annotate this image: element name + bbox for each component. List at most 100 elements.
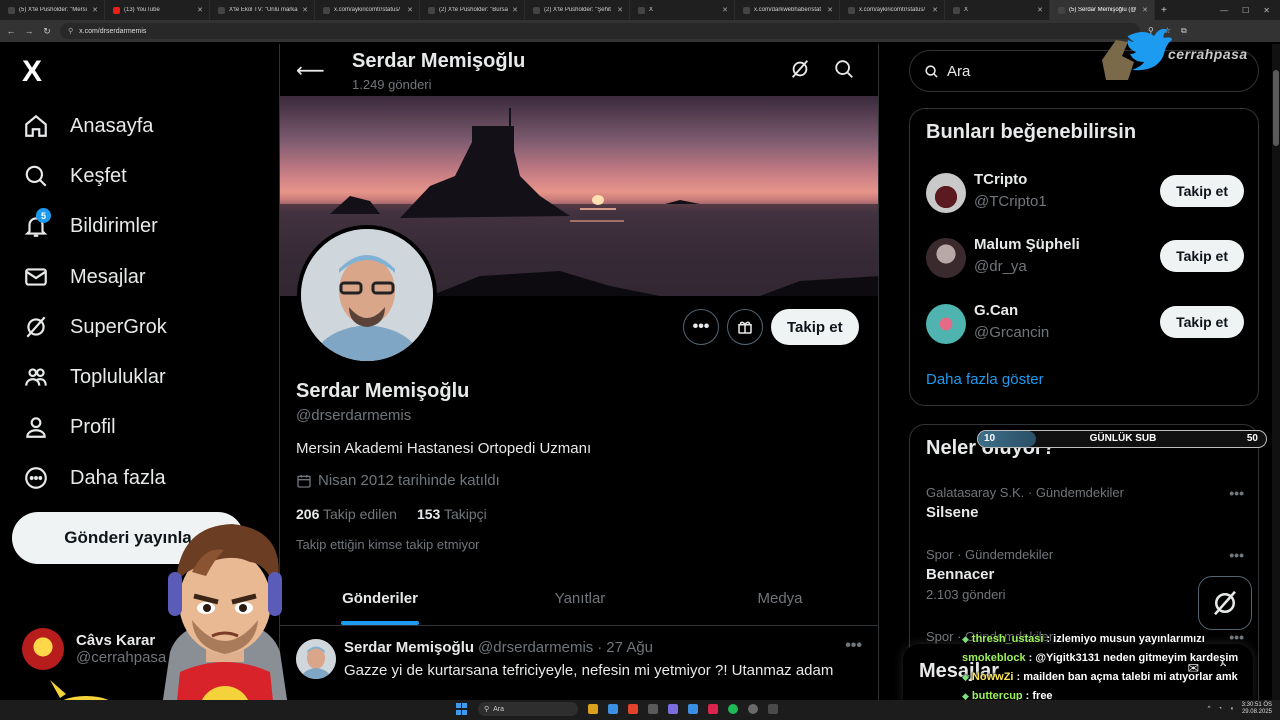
close-tab-icon[interactable]: ✕: [407, 6, 413, 14]
tweet-more-button[interactable]: •••: [845, 637, 862, 655]
taskbar-clock[interactable]: 3:30:51 ÖS 29.08.2025: [1242, 702, 1272, 716]
discord-icon[interactable]: [668, 704, 678, 714]
suggestion-item[interactable]: G.Can @Grcancin Takip et: [926, 302, 1244, 346]
spotify-icon[interactable]: [728, 704, 738, 714]
app-icon[interactable]: [708, 704, 718, 714]
nav-item-notifications[interactable]: 5 Bildirimler: [22, 206, 158, 246]
browser-tab[interactable]: X ✕: [945, 0, 1050, 20]
back-arrow-icon[interactable]: ←: [6, 26, 16, 36]
suggestion-name[interactable]: G.Can: [974, 302, 1018, 319]
close-tab-icon[interactable]: ✕: [722, 6, 728, 14]
edge-icon[interactable]: [608, 704, 618, 714]
new-tab-button[interactable]: +: [1155, 5, 1173, 16]
browser-tab[interactable]: x.com/aykiricomtr/status/ ✕: [315, 0, 420, 20]
close-tab-icon[interactable]: ✕: [1037, 6, 1043, 14]
tweet-date[interactable]: 27 Ağu: [606, 639, 653, 656]
obs-icon[interactable]: [748, 704, 758, 714]
minimize-icon[interactable]: —: [1220, 6, 1228, 15]
follow-button[interactable]: Takip et: [1160, 175, 1244, 207]
grok-floating-button[interactable]: [1198, 576, 1252, 630]
close-tab-icon[interactable]: ✕: [92, 6, 98, 14]
url-field[interactable]: ⚲ x.com/drserdarmemis: [60, 23, 1140, 39]
suggestion-avatar[interactable]: [926, 304, 966, 344]
browser-tab[interactable]: (5) Serdar Memişoğlu (@ ✕: [1050, 0, 1155, 20]
app-icon[interactable]: [648, 704, 658, 714]
close-tab-icon[interactable]: ✕: [512, 6, 518, 14]
site-info-icon[interactable]: ⚲: [68, 27, 73, 35]
profile-avatar[interactable]: [297, 225, 437, 365]
search-icon[interactable]: [833, 58, 855, 80]
browser-tab[interactable]: x.com/aykiricomtr/status/ ✕: [840, 0, 945, 20]
profile-stats: 206 Takip edilen 153 Takipçi: [296, 506, 487, 522]
subscribe-gift-button[interactable]: [727, 309, 763, 345]
tab-media[interactable]: Medya: [680, 572, 878, 625]
communities-icon: [22, 363, 50, 391]
tab-replies[interactable]: Yanıtlar: [480, 572, 680, 625]
maximize-icon[interactable]: ☐: [1242, 6, 1249, 15]
browser-tab[interactable]: (5) X'te Pusholder: "Mersi ✕: [0, 0, 105, 20]
tab-posts[interactable]: Gönderiler: [280, 572, 480, 625]
close-tab-icon[interactable]: ✕: [932, 6, 938, 14]
suggestion-name[interactable]: Malum Şüpheli: [974, 236, 1080, 253]
follow-button[interactable]: Takip et: [1160, 306, 1244, 338]
browser-tab[interactable]: (2) X'te Pusholder: "Bursa ✕: [420, 0, 525, 20]
nav-label: Daha fazla: [70, 466, 166, 489]
suggestion-item[interactable]: TCripto @TCripto1 Takip et: [926, 171, 1244, 215]
show-more-link[interactable]: Daha fazla göster: [926, 371, 1044, 388]
volume-icon[interactable]: ◖: [1230, 706, 1234, 712]
app-icon[interactable]: [768, 704, 778, 714]
following-link[interactable]: 206 Takip edilen: [296, 506, 397, 522]
tweet-author-handle[interactable]: @drserdarmemis: [478, 639, 593, 656]
close-window-icon[interactable]: ✕: [1263, 6, 1270, 15]
browser-tab[interactable]: x.com/darkwebhaber/stat ✕: [735, 0, 840, 20]
file-explorer-icon[interactable]: [588, 704, 598, 714]
start-menu-icon[interactable]: [456, 703, 468, 715]
back-arrow-icon[interactable]: ⟵: [296, 58, 325, 83]
taskbar-search[interactable]: ⚲ Ara: [478, 702, 578, 716]
close-tab-icon[interactable]: ✕: [617, 6, 623, 14]
grok-icon[interactable]: [789, 58, 811, 80]
trend-item[interactable]: Spor · Gündemdekiler Bennacer 2.103 gönd…: [926, 547, 1244, 602]
nav-item-profile[interactable]: Profil: [22, 407, 116, 447]
follow-button[interactable]: Takip et: [771, 309, 859, 345]
browser-tab[interactable]: X ✕: [630, 0, 735, 20]
app-icon[interactable]: [688, 704, 698, 714]
nav-item-explore[interactable]: Keşfet: [22, 156, 127, 196]
nav-item-messages[interactable]: Mesajlar: [22, 257, 146, 297]
suggestion-avatar[interactable]: [926, 238, 966, 278]
x-logo[interactable]: X: [22, 56, 54, 88]
close-tab-icon[interactable]: ✕: [827, 6, 833, 14]
browser-tab[interactable]: X'te Ekol TV: "Ünlü marka ✕: [210, 0, 315, 20]
calendar-icon: [297, 474, 311, 488]
nav-item-more[interactable]: Daha fazla: [22, 458, 166, 498]
clock-time: 3:30:51 ÖS: [1241, 702, 1272, 708]
suggestion-avatar[interactable]: [926, 173, 966, 213]
browser-tab[interactable]: (13) YouTube ✕: [105, 0, 210, 20]
chrome-icon[interactable]: [628, 704, 638, 714]
close-tab-icon[interactable]: ✕: [197, 6, 203, 14]
trend-item[interactable]: Galatasaray S.K. · Gündemdekiler Silsene…: [926, 485, 1244, 521]
trend-more-button[interactable]: •••: [1229, 547, 1244, 563]
suggestion-name[interactable]: TCripto: [974, 171, 1027, 188]
followers-link[interactable]: 153 Takipçi: [417, 506, 487, 522]
reload-icon[interactable]: ↻: [42, 26, 52, 37]
profile-tabs: Gönderiler Yanıtlar Medya: [280, 572, 878, 626]
chat-badge-icon: ◆: [962, 634, 969, 644]
nav-item-communities[interactable]: Topluluklar: [22, 357, 166, 397]
network-icon[interactable]: ◔: [1218, 706, 1222, 712]
follow-button[interactable]: Takip et: [1160, 240, 1244, 272]
forward-arrow-icon[interactable]: →: [24, 26, 34, 36]
trend-more-button[interactable]: •••: [1229, 485, 1244, 501]
scrollbar-thumb[interactable]: [1273, 70, 1279, 146]
suggestion-item[interactable]: Malum Şüpheli @dr_ya Takip et: [926, 236, 1244, 280]
tweet-author-name[interactable]: Serdar Memişoğlu: [344, 639, 474, 656]
tray-chevron-icon[interactable]: ^: [1208, 706, 1211, 712]
browser-tab[interactable]: (2) X'te Pusholder: "Şehit ✕: [525, 0, 630, 20]
favicon-icon: [638, 6, 645, 14]
page-scrollbar[interactable]: [1272, 44, 1280, 700]
close-tab-icon[interactable]: ✕: [302, 6, 308, 14]
close-tab-icon[interactable]: ✕: [1142, 6, 1148, 14]
nav-item-supergrok[interactable]: SuperGrok: [22, 307, 167, 347]
more-options-button[interactable]: •••: [683, 309, 719, 345]
nav-item-home[interactable]: Anasayfa: [22, 106, 153, 146]
